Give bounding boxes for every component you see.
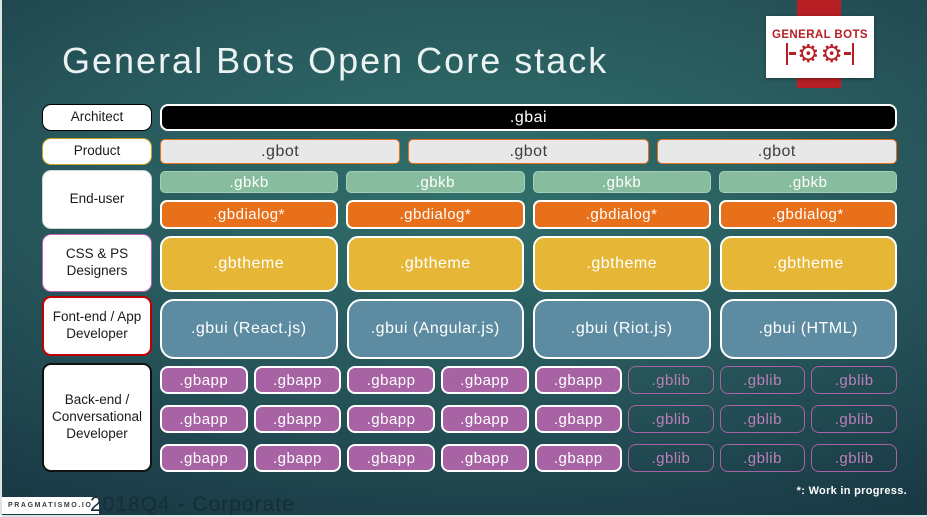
stack-box-gbkb: .gbkb: [160, 171, 339, 193]
stack-box-gbapp: .gbapp: [253, 366, 342, 394]
row-gbapp-1: .gbapp .gbapp .gbapp .gbapp .gbapp .gbli…: [160, 366, 897, 394]
role-label-designers: CSS & PS Designers: [42, 234, 152, 292]
stack-box-gbapp: .gbapp: [347, 366, 435, 394]
stack-box-gbai: .gbai: [160, 104, 897, 131]
stack-box-gbkb: .gbkb: [346, 171, 525, 193]
stack-box-gbdialog: .gbdialog*: [160, 200, 339, 229]
stack-box-gbot: .gbot: [160, 139, 401, 164]
stack-box-gbui-react: .gbui (React.js): [160, 299, 338, 359]
stack-box-gbapp: .gbapp: [534, 444, 623, 472]
gear-stub-left: [789, 52, 797, 55]
gear-bar-right: [851, 42, 855, 65]
pragmatismo-brand-badge: PRAGMATISMO.IO: [2, 497, 99, 514]
stack-box-gbot: .gbot: [408, 139, 649, 164]
role-label-architect: Architect: [42, 104, 152, 131]
stack-box-gbapp: .gbapp: [347, 405, 435, 433]
stack-box-gbapp: .gbapp: [253, 405, 342, 433]
stack-box-gbapp: .gbapp: [440, 444, 529, 472]
gear-stub-right: [843, 52, 851, 55]
row-gbui: .gbui (React.js) .gbui (Angular.js) .gbu…: [160, 299, 897, 359]
stack-box-gbtheme: .gbtheme: [346, 236, 524, 292]
footer-text: 2018Q4 - Corporate: [90, 493, 295, 516]
stack-box-gblib: .gblib: [811, 366, 897, 394]
stack-box-gbui-riot: .gbui (Riot.js): [533, 299, 711, 359]
stack-box-gblib: .gblib: [719, 366, 806, 394]
work-in-progress-footnote: *: Work in progress.: [796, 485, 907, 497]
stack-box-gblib: .gblib: [628, 366, 714, 394]
stack-box-gbapp: .gbapp: [160, 405, 248, 433]
row-gbot: .gbot .gbot .gbot: [160, 139, 897, 164]
row-gbai: .gbai: [160, 104, 897, 131]
page-title: General Bots Open Core stack: [62, 40, 609, 81]
row-gbdialog: .gbdialog* .gbdialog* .gbdialog* .gbdial…: [160, 200, 897, 229]
row-gbtheme: .gbtheme .gbtheme .gbtheme .gbtheme: [160, 236, 897, 292]
logo-wordmark: GENERAL BOTS: [772, 28, 868, 41]
gear-icon: ⚙: [820, 38, 843, 68]
stack-box-gbapp: .gbapp: [534, 405, 623, 433]
stack-box-gbapp: .gbapp: [440, 405, 529, 433]
stack-box-gbapp: .gbapp: [253, 444, 342, 472]
stack-box-gblib: .gblib: [811, 405, 897, 433]
gear-icon: ⚙: [797, 38, 820, 68]
role-label-frontend-developer: Font-end / App Developer: [42, 296, 152, 356]
general-bots-logo: GENERAL BOTS ⚙ ⚙: [766, 16, 874, 78]
stack-box-gbkb: .gbkb: [532, 171, 711, 193]
stack-box-gbapp: .gbapp: [347, 444, 435, 472]
stack-box-gbtheme: .gbtheme: [533, 236, 711, 292]
stack-box-gbtheme: .gbtheme: [160, 236, 338, 292]
stack-box-gbdialog: .gbdialog*: [532, 200, 711, 229]
role-label-backend-developer: Back-end / Conversational Developer: [42, 363, 152, 472]
slide: General Bots Open Core stack GENERAL BOT…: [0, 0, 927, 517]
stack-box-gbtheme: .gbtheme: [719, 236, 897, 292]
stack-box-gbdialog: .gbdialog*: [718, 200, 897, 229]
stack-box-gblib: .gblib: [628, 444, 714, 472]
stack-box-gbkb: .gbkb: [718, 171, 897, 193]
stack-box-gbui-angular: .gbui (Angular.js): [346, 299, 524, 359]
stack-box-gbot: .gbot: [656, 139, 897, 164]
stack-box-gbapp: .gbapp: [534, 366, 623, 394]
stack-box-gblib: .gblib: [628, 405, 714, 433]
stack-box-gbui-html: .gbui (HTML): [719, 299, 897, 359]
stack-box-gbapp: .gbapp: [160, 444, 248, 472]
stack-box-gblib: .gblib: [811, 444, 897, 472]
slide-left-edge: [0, 0, 2, 517]
role-label-product: Product: [42, 138, 152, 165]
stack-box-gbapp: .gbapp: [440, 366, 529, 394]
role-label-end-user: End-user: [42, 170, 152, 229]
gears-icon: ⚙ ⚙: [785, 38, 855, 68]
stack-box-gblib: .gblib: [719, 405, 806, 433]
row-gbapp-2: .gbapp .gbapp .gbapp .gbapp .gbapp .gbli…: [160, 405, 897, 433]
row-gbkb: .gbkb .gbkb .gbkb .gbkb: [160, 171, 897, 193]
stack-box-gbdialog: .gbdialog*: [346, 200, 525, 229]
stack-box-gbapp: .gbapp: [160, 366, 248, 394]
stack-box-gblib: .gblib: [719, 444, 806, 472]
gear-bar-left: [785, 42, 789, 65]
row-gbapp-3: .gbapp .gbapp .gbapp .gbapp .gbapp .gbli…: [160, 444, 897, 472]
